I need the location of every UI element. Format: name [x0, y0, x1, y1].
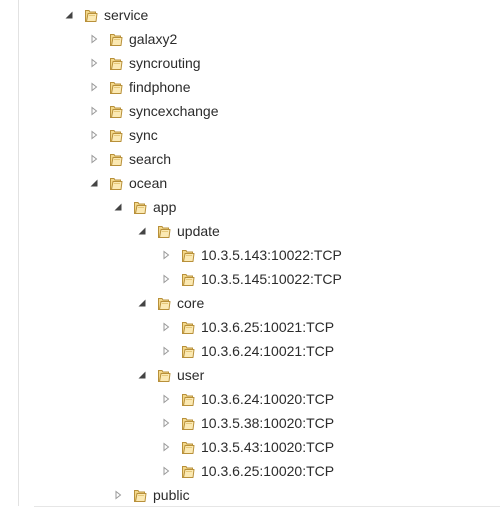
- tree-node-label[interactable]: 10.3.6.24:10020:TCP: [201, 387, 334, 411]
- tree-node-endpoint[interactable]: 10.3.6.25:10020:TCP: [158, 459, 334, 483]
- tree-node-label[interactable]: public: [153, 483, 190, 507]
- collapsed-arrow-icon[interactable]: [86, 51, 102, 75]
- tree-node-label[interactable]: user: [177, 363, 204, 387]
- tree-node-label[interactable]: 10.3.5.43:10020:TCP: [201, 435, 334, 459]
- folder-icon: [108, 127, 124, 143]
- folder-icon: [156, 223, 172, 239]
- collapsed-arrow-icon[interactable]: [158, 459, 174, 483]
- tree-node-label[interactable]: core: [177, 291, 204, 315]
- folder-icon: [108, 79, 124, 95]
- folder-icon: [132, 199, 148, 215]
- folder-icon: [180, 463, 196, 479]
- tree-node-label[interactable]: 10.3.6.25:10020:TCP: [201, 459, 334, 483]
- expanded-arrow-icon[interactable]: [134, 291, 150, 315]
- folder-icon: [132, 487, 148, 503]
- folder-icon: [108, 151, 124, 167]
- folder-icon: [108, 175, 124, 191]
- tree-node-syncexchange[interactable]: syncexchange: [86, 99, 219, 123]
- tree-node-user[interactable]: user: [134, 363, 204, 387]
- folder-icon: [180, 439, 196, 455]
- expanded-arrow-icon[interactable]: [134, 219, 150, 243]
- tree-node-core[interactable]: core: [134, 291, 204, 315]
- tree-node-service[interactable]: service: [61, 3, 148, 27]
- tree-node-endpoint[interactable]: 10.3.6.25:10021:TCP: [158, 315, 334, 339]
- tree-node-syncrouting[interactable]: syncrouting: [86, 51, 201, 75]
- tree-node-update[interactable]: update: [134, 219, 220, 243]
- expanded-arrow-icon[interactable]: [110, 195, 126, 219]
- tree-node-label[interactable]: syncrouting: [129, 51, 201, 75]
- tree-node-endpoint[interactable]: 10.3.5.43:10020:TCP: [158, 435, 334, 459]
- collapsed-arrow-icon[interactable]: [86, 123, 102, 147]
- tree-node-public[interactable]: public: [110, 483, 190, 507]
- tree-node-label[interactable]: 10.3.6.24:10021:TCP: [201, 339, 334, 363]
- collapsed-arrow-icon[interactable]: [158, 315, 174, 339]
- tree-node-search[interactable]: search: [86, 147, 171, 171]
- collapsed-arrow-icon[interactable]: [158, 387, 174, 411]
- tree-node-label[interactable]: 10.3.5.145:10022:TCP: [201, 267, 342, 291]
- tree-node-label[interactable]: 10.3.5.143:10022:TCP: [201, 243, 342, 267]
- folder-icon: [156, 295, 172, 311]
- tree-node-label[interactable]: update: [177, 219, 220, 243]
- tree-node-label[interactable]: findphone: [129, 75, 191, 99]
- tree-node-endpoint[interactable]: 10.3.5.143:10022:TCP: [158, 243, 342, 267]
- folder-icon: [108, 103, 124, 119]
- tree-node-label[interactable]: sync: [129, 123, 158, 147]
- tree-node-endpoint[interactable]: 10.3.5.145:10022:TCP: [158, 267, 342, 291]
- collapsed-arrow-icon[interactable]: [158, 435, 174, 459]
- tree-node-ocean[interactable]: ocean: [86, 171, 167, 195]
- tree-node-endpoint[interactable]: 10.3.6.24:10020:TCP: [158, 387, 334, 411]
- folder-icon: [83, 7, 99, 23]
- collapsed-arrow-icon[interactable]: [86, 147, 102, 171]
- tree-node-galaxy2[interactable]: galaxy2: [86, 27, 177, 51]
- collapsed-arrow-icon[interactable]: [158, 339, 174, 363]
- collapsed-arrow-icon[interactable]: [158, 411, 174, 435]
- folder-icon: [180, 247, 196, 263]
- tree-node-endpoint[interactable]: 10.3.6.24:10021:TCP: [158, 339, 334, 363]
- tree-node-label[interactable]: galaxy2: [129, 27, 177, 51]
- tree-node-label[interactable]: 10.3.5.38:10020:TCP: [201, 411, 334, 435]
- tree-node-label[interactable]: 10.3.6.25:10021:TCP: [201, 315, 334, 339]
- folder-icon: [108, 31, 124, 47]
- tree-node-label[interactable]: service: [104, 3, 148, 27]
- tree-node-sync[interactable]: sync: [86, 123, 158, 147]
- collapsed-arrow-icon[interactable]: [158, 267, 174, 291]
- expanded-arrow-icon[interactable]: [61, 3, 77, 27]
- folder-icon: [108, 55, 124, 71]
- collapsed-arrow-icon[interactable]: [86, 75, 102, 99]
- expanded-arrow-icon[interactable]: [134, 363, 150, 387]
- tree-node-label[interactable]: app: [153, 195, 176, 219]
- folder-icon: [180, 343, 196, 359]
- tree-view: service galaxy2 syncrouting findphone sy…: [0, 0, 500, 508]
- tree-node-app[interactable]: app: [110, 195, 176, 219]
- tree-node-label[interactable]: search: [129, 147, 171, 171]
- collapsed-arrow-icon[interactable]: [86, 27, 102, 51]
- collapsed-arrow-icon[interactable]: [158, 243, 174, 267]
- tree-node-findphone[interactable]: findphone: [86, 75, 191, 99]
- folder-icon: [180, 271, 196, 287]
- tree-node-endpoint[interactable]: 10.3.5.38:10020:TCP: [158, 411, 334, 435]
- collapsed-arrow-icon[interactable]: [86, 99, 102, 123]
- tree-node-label[interactable]: ocean: [129, 171, 167, 195]
- collapsed-arrow-icon[interactable]: [110, 483, 126, 507]
- folder-icon: [180, 391, 196, 407]
- folder-icon: [180, 319, 196, 335]
- folder-icon: [156, 367, 172, 383]
- folder-icon: [180, 415, 196, 431]
- tree-node-label[interactable]: syncexchange: [129, 99, 219, 123]
- expanded-arrow-icon[interactable]: [86, 171, 102, 195]
